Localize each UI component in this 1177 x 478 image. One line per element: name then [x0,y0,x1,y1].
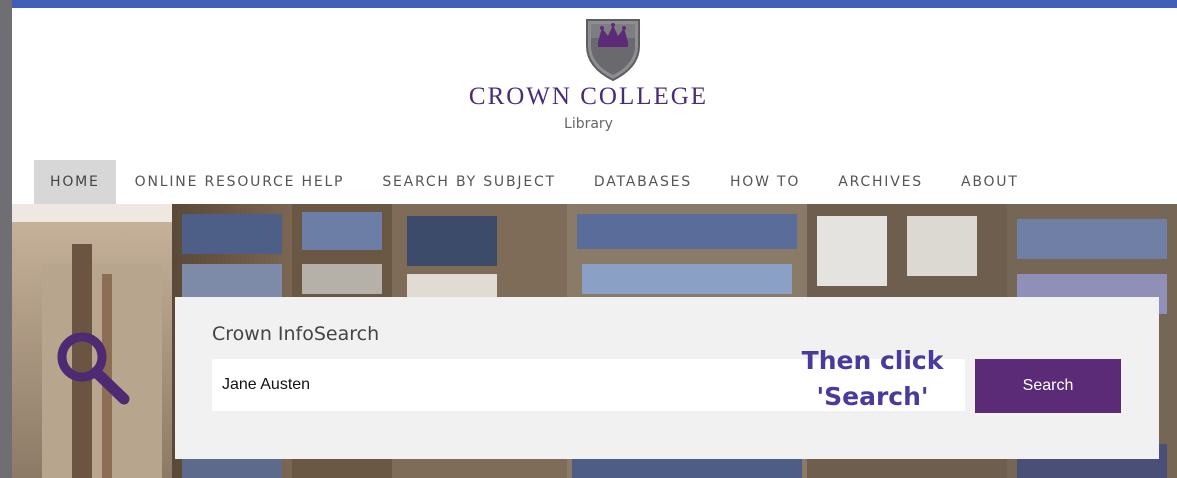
search-button[interactable]: Search [975,359,1121,413]
college-name: CROWN COLLEGE [468,83,709,110]
annotation-line-2: 'Search' [816,382,929,412]
infosearch-title: Crown InfoSearch [212,323,380,345]
magnifier-icon [57,332,130,405]
nav-item-about[interactable]: ABOUT [942,160,1038,204]
nav-item-archives[interactable]: ARCHIVES [819,160,942,204]
infosearch-panel: Crown InfoSearch Then click 'Search' Sea… [175,297,1159,459]
instruction-annotation: Then click 'Search' [785,343,960,416]
nav-item-databases[interactable]: DATABASES [575,160,711,204]
hero-banner: Crown InfoSearch Then click 'Search' Sea… [12,204,1177,478]
site-header: CROWN COLLEGE Library [12,8,1177,160]
annotation-line-1: Then click [801,346,944,375]
main-nav: HOME ONLINE RESOURCE HELP SEARCH BY SUBJ… [34,160,1177,204]
nav-item-how-to[interactable]: HOW TO [711,160,819,204]
nav-item-search-by-subject[interactable]: SEARCH BY SUBJECT [363,160,575,204]
library-subtitle: Library [564,116,613,132]
top-accent-bar [12,0,1177,8]
nav-item-home[interactable]: HOME [34,160,116,204]
crown-shield-logo[interactable] [583,16,643,82]
window-edge [0,0,12,478]
nav-item-online-resource-help[interactable]: ONLINE RESOURCE HELP [116,160,364,204]
